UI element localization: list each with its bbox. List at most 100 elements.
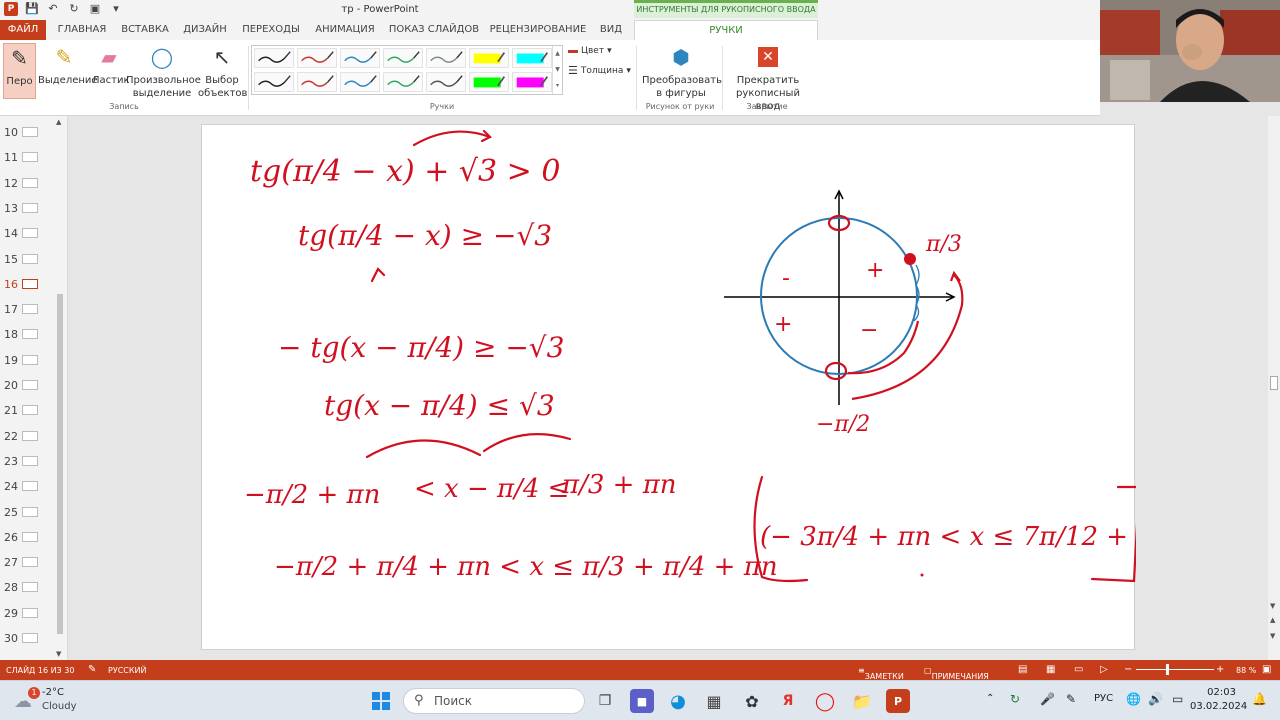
slide-thumbnail-preview[interactable] [22, 607, 38, 618]
zoom-slider[interactable] [1136, 669, 1214, 670]
slide-scrollbar[interactable]: ▼ ▲ ▼ [1268, 116, 1280, 660]
slide-canvas[interactable]: tg(π/4 − x) + √3 > 0 tg(π/4 − x) ≥ −√3 −… [201, 124, 1136, 650]
slide-thumbnail-preview[interactable] [22, 253, 38, 264]
tab-slideshow[interactable]: ПОКАЗ СЛАЙДОВ [386, 20, 482, 40]
slide-sorter-icon[interactable]: ▦ [1046, 664, 1055, 675]
highlighter-swatch[interactable] [469, 72, 509, 92]
highlighter-swatch[interactable] [512, 48, 552, 68]
zoom-slider-thumb[interactable] [1166, 664, 1169, 675]
notification-bell-icon[interactable]: 🔔 [1252, 692, 1267, 706]
pen-swatch[interactable] [297, 72, 337, 92]
slide-thumbnail[interactable]: 27 [0, 550, 56, 575]
pen-gallery[interactable]: ▲ ▼ ▾ [251, 45, 563, 95]
scroll-down-icon[interactable]: ▼ [56, 650, 61, 658]
pen-swatch[interactable] [426, 48, 466, 68]
tab-insert[interactable]: ВСТАВКА [116, 20, 174, 40]
slide-thumbnail-preview[interactable] [22, 633, 38, 643]
pen-button[interactable]: ✎ Перо [3, 43, 36, 99]
slide-thumbnail[interactable]: 28 [0, 575, 56, 600]
battery-icon[interactable]: ▭ [1172, 692, 1183, 706]
slide-thumbnail-preview[interactable] [22, 506, 38, 517]
tab-review[interactable]: РЕЦЕНЗИРОВАНИЕ [486, 20, 590, 40]
pen-swatch[interactable] [254, 48, 294, 68]
tab-animations[interactable]: АНИМАЦИЯ [308, 20, 382, 40]
slide-thumbnail[interactable]: 30 [0, 626, 56, 651]
slide-thumbnail-preview[interactable] [22, 481, 38, 492]
pen-swatch[interactable] [383, 72, 423, 92]
slide-thumbnail[interactable]: 10 [0, 120, 56, 145]
pen-swatch[interactable] [340, 48, 380, 68]
slide-thumbnail-preview[interactable] [22, 455, 38, 466]
pen-swatch[interactable] [426, 72, 466, 92]
pen-swatch[interactable] [297, 48, 337, 68]
teams-chat-icon[interactable]: ■ [630, 689, 654, 713]
pen-thickness-button[interactable]: ☰ Толщина ▾ [568, 64, 631, 77]
highlighter-button[interactable]: ✎ Выделение [38, 43, 98, 87]
yandex-browser-icon[interactable]: Я [776, 689, 800, 713]
task-view-icon[interactable]: ❐ [593, 689, 617, 713]
slide-thumbnail-preview[interactable] [22, 152, 38, 163]
zoom-out-icon[interactable]: − [1124, 664, 1132, 675]
tab-transitions[interactable]: ПЕРЕХОДЫ [238, 20, 304, 40]
pen-swatch[interactable] [383, 48, 423, 68]
slide-thumbnail-preview[interactable] [22, 177, 38, 188]
slide-thumbnail[interactable]: 12 [0, 171, 56, 196]
slide-thumbnail-preview[interactable] [22, 405, 38, 416]
slide-thumbnail[interactable]: 17 [0, 297, 56, 322]
gallery-scroll-icon[interactable]: ▲ ▼ ▾ [552, 46, 562, 94]
volume-icon[interactable]: 🔊 [1148, 692, 1163, 706]
select-objects-button[interactable]: ↖ Выбор объектов [198, 43, 247, 100]
slide-thumbnail[interactable]: 21 [0, 398, 56, 423]
clock-time[interactable]: 02:03 [1196, 687, 1236, 698]
normal-view-icon[interactable]: ▤ [1018, 664, 1027, 675]
pen-tray-icon[interactable]: ✎ [1066, 692, 1076, 706]
convert-to-shapes-button[interactable]: ⬢ Преобразовать в фигуры [642, 43, 722, 100]
zoom-level[interactable]: 88 % [1236, 666, 1256, 675]
slide-thumbnail-preview[interactable] [22, 329, 38, 340]
tab-home[interactable]: ГЛАВНАЯ [52, 20, 112, 40]
tab-design[interactable]: ДИЗАЙН [178, 20, 232, 40]
slide-thumbnail[interactable]: 22 [0, 424, 56, 449]
tab-view[interactable]: ВИД [594, 20, 628, 40]
slide-thumbnail[interactable]: 15 [0, 247, 56, 272]
next-slide-icon[interactable]: ▼ [1270, 632, 1275, 640]
slide-thumbnail-preview[interactable] [22, 304, 38, 315]
weather-description[interactable]: Cloudy [42, 701, 76, 712]
chatgpt-icon[interactable]: ✿ [740, 689, 764, 713]
pen-swatch[interactable] [340, 72, 380, 92]
spellcheck-icon[interactable]: ✎ [88, 664, 96, 675]
slide-thumbnail-preview[interactable] [22, 380, 38, 390]
slide-thumbnail[interactable]: 11 [0, 145, 56, 170]
start-button[interactable] [369, 689, 393, 713]
slide-thumbnail-preview[interactable] [22, 430, 38, 441]
slide-thumbnail[interactable]: 29 [0, 601, 56, 626]
comments-button[interactable]: ▢ ПРИМЕЧАНИЯ [924, 666, 989, 681]
network-icon[interactable]: 🌐 [1126, 692, 1141, 706]
scrollbar-thumb[interactable] [1270, 376, 1278, 390]
opera-browser-icon[interactable]: ◯ [813, 689, 837, 713]
slide-thumbnail[interactable]: 14 [0, 221, 56, 246]
thumbnail-scrollbar[interactable]: ▲ ▼ [54, 118, 66, 660]
slide-thumbnail-preview[interactable] [22, 354, 38, 365]
input-language[interactable]: РУС [1094, 693, 1113, 704]
fit-slide-icon[interactable]: ▣ [1262, 664, 1271, 675]
slide-thumbnail[interactable]: 26 [0, 525, 56, 550]
reading-view-icon[interactable]: ▭ [1074, 664, 1083, 675]
slide-thumbnail[interactable]: 16 [0, 272, 56, 297]
slide-thumbnail-preview[interactable] [22, 582, 38, 593]
highlighter-swatch[interactable] [512, 72, 552, 92]
scroll-up-icon[interactable]: ▲ [56, 118, 61, 126]
clock-date[interactable]: 03.02.2024 [1190, 701, 1247, 712]
tab-file[interactable]: ФАЙЛ [0, 20, 46, 40]
pen-color-button[interactable]: Цвет ▾ [568, 46, 612, 56]
microsoft-store-icon[interactable]: ▦ [702, 689, 726, 713]
show-hidden-icons[interactable]: ⌃ [986, 693, 994, 704]
slideshow-icon[interactable]: ▷ [1100, 664, 1108, 675]
slide-thumbnail-preview[interactable] [22, 202, 38, 213]
previous-slide-icon[interactable]: ▲ [1270, 616, 1275, 624]
weather-temperature[interactable]: -2°C [42, 687, 64, 698]
slide-thumbnail[interactable]: 23 [0, 449, 56, 474]
slide-thumbnail-preview[interactable] [22, 278, 38, 289]
taskbar-search[interactable]: ⚲ Поиск [403, 688, 585, 714]
slide-thumbnail-preview[interactable] [22, 127, 38, 137]
